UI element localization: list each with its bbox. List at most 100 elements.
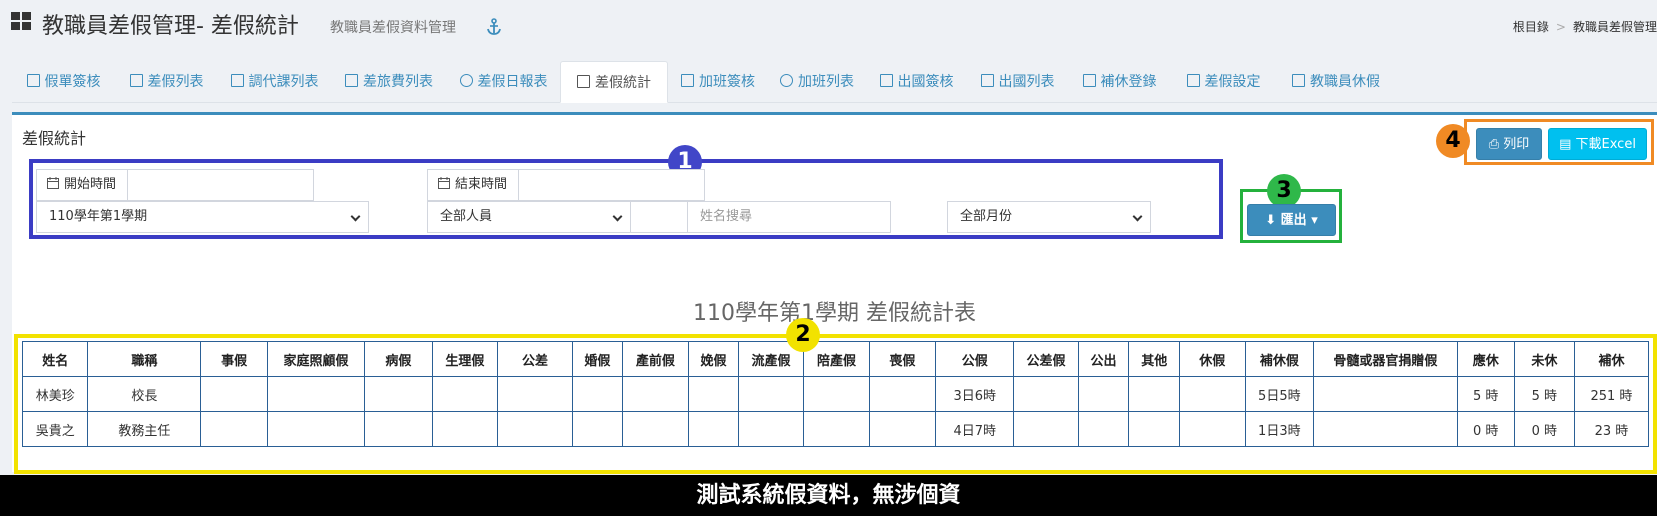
tab-label: 差假統計 (595, 75, 651, 91)
table-cell (688, 411, 739, 447)
table-cell (431, 376, 499, 412)
semester-select[interactable]: 110學年第1學期 (36, 201, 369, 233)
file-icon (879, 74, 893, 87)
tab-label: 出國列表 (998, 74, 1055, 90)
table-cell (1013, 411, 1079, 447)
sliders-icon (1292, 74, 1305, 87)
tab-label: 差假日報表 (477, 74, 548, 90)
tab-label: 出國簽核 (897, 74, 954, 90)
table-cell (266, 411, 366, 447)
column-header: 職稱 (87, 341, 202, 377)
tab-10[interactable]: 補休登錄 (1068, 61, 1171, 103)
tab-4[interactable]: 差假日報表 (447, 61, 560, 103)
battery-icon (1082, 74, 1096, 87)
breadcrumb-root[interactable]: 根目錄 (1513, 20, 1549, 34)
tab-label: 加班簽核 (699, 74, 755, 90)
column-header: 補休假 (1244, 341, 1315, 377)
table-cell: 4日7時 (935, 411, 1015, 447)
table-icon (230, 74, 244, 87)
start-date-field[interactable]: 開始時間 (36, 169, 314, 201)
tab-label: 差假列表 (147, 74, 204, 90)
table-cell (621, 376, 690, 412)
tab-label: 調代課列表 (248, 74, 319, 90)
annotation-badge-3: 3 (1267, 174, 1301, 208)
column-header: 未休 (1513, 341, 1575, 377)
stats-panel: 差假統計 4 ⎙ 列印 ▤ 下載Excel 1 開始時間 結束時間 110學年第… (12, 112, 1657, 474)
tab-7[interactable]: 加班列表 (768, 61, 866, 103)
start-date-label: 開始時間 (64, 177, 117, 192)
tab-5[interactable]: 差假統計 (560, 61, 668, 103)
table-header-row: 姓名 職稱 事假 家庭照顧假 病假 生理假 公差 婚假 產前假 娩假 流產假 陪產假 喪假 公假 公差假 公出… (21, 341, 1650, 377)
print-icon: ⎙ (1488, 137, 1500, 152)
export-button-label: 匯出 (1280, 213, 1307, 228)
anchor-icon[interactable] (486, 18, 502, 36)
table-cell (200, 411, 268, 447)
column-header: 娩假 (688, 341, 739, 377)
table-cell (497, 411, 574, 447)
table-cell (868, 411, 937, 447)
tab-6[interactable]: 加班簽核 (668, 61, 768, 103)
month-select[interactable]: 全部月份 (947, 201, 1151, 233)
column-header: 生理假 (431, 341, 499, 377)
table-cell (737, 411, 805, 447)
table-cell (364, 411, 433, 447)
download-excel-label: 下載Excel (1575, 137, 1636, 152)
tab-3[interactable]: 差旅費列表 (331, 61, 447, 103)
table-cell: 校長 (87, 376, 202, 412)
hourglass-icon (26, 74, 40, 87)
tab-label: 加班列表 (798, 74, 854, 90)
tab-label: 假單簽核 (44, 74, 101, 90)
table-cell (688, 376, 739, 412)
tab-label: 差假設定 (1204, 74, 1261, 90)
table-cell: 林美珍 (21, 376, 89, 412)
file-icon (980, 74, 994, 87)
column-header: 公差 (497, 341, 574, 377)
name-search-placeholder: 姓名搜尋 (700, 209, 753, 224)
print-button[interactable]: ⎙ 列印 (1476, 128, 1542, 160)
page-subtitle: 教職員差假資料管理 (330, 20, 456, 36)
tab-8[interactable]: 出國簽核 (866, 61, 967, 103)
name-search-input[interactable]: 姓名搜尋 (687, 201, 891, 233)
page-header: 教職員差假管理- 差假統計 教職員差假資料管理 根目錄 > 教職員差假管理 (0, 0, 1657, 52)
table-cell (1013, 376, 1079, 412)
calendar-icon (47, 177, 59, 189)
tab-0[interactable]: 假單簽核 (12, 61, 115, 103)
pie-chart-icon (459, 74, 473, 87)
tab-1[interactable]: 差假列表 (115, 61, 218, 103)
gears-icon (1186, 74, 1200, 87)
tab-12[interactable]: 教職員休假 (1276, 61, 1396, 103)
excel-file-icon: ▤ (1559, 137, 1572, 152)
table-cell (364, 376, 433, 412)
annotation-badge-4: 4 (1436, 124, 1470, 158)
staff-select[interactable]: 全部人員 (427, 201, 631, 233)
table-cell (621, 411, 690, 447)
list-icon (129, 74, 143, 87)
staff-select-value: 全部人員 (440, 209, 493, 224)
annotation-badge-2: 2 (786, 318, 820, 352)
table-cell: 3日6時 (935, 376, 1015, 412)
table-cell: 5日5時 (1244, 376, 1315, 412)
table-cell: 教務主任 (87, 411, 202, 447)
table-cell (868, 376, 937, 412)
calculator-icon (577, 75, 590, 88)
watermark-banner: 測試系統假資料，無涉個資 (0, 475, 1657, 516)
table-cell: 5 時 (1456, 376, 1515, 412)
export-dropdown-button[interactable]: ⬇ 匯出 ▾ (1247, 204, 1336, 236)
table-row: 吳貴之 教務主任 4日7時 1日3時 0 時0 時 23 時 (21, 411, 1650, 447)
table-cell (572, 376, 623, 412)
download-excel-button[interactable]: ▤ 下載Excel (1548, 128, 1647, 160)
download-icon: ⬇ (1265, 213, 1277, 228)
tab-11[interactable]: 差假設定 (1171, 61, 1276, 103)
end-date-field[interactable]: 結束時間 (427, 169, 705, 201)
tab-2[interactable]: 調代課列表 (218, 61, 331, 103)
column-header: 公假 (935, 341, 1015, 377)
column-header: 應休 (1456, 341, 1515, 377)
table-cell (497, 376, 574, 412)
table-cell (803, 376, 870, 412)
clock-icon (780, 74, 793, 87)
tab-9[interactable]: 出國列表 (967, 61, 1068, 103)
table-cell (803, 411, 870, 447)
bar-chart-icon (345, 74, 358, 87)
table-cell (200, 376, 268, 412)
table-cell (1077, 376, 1130, 412)
